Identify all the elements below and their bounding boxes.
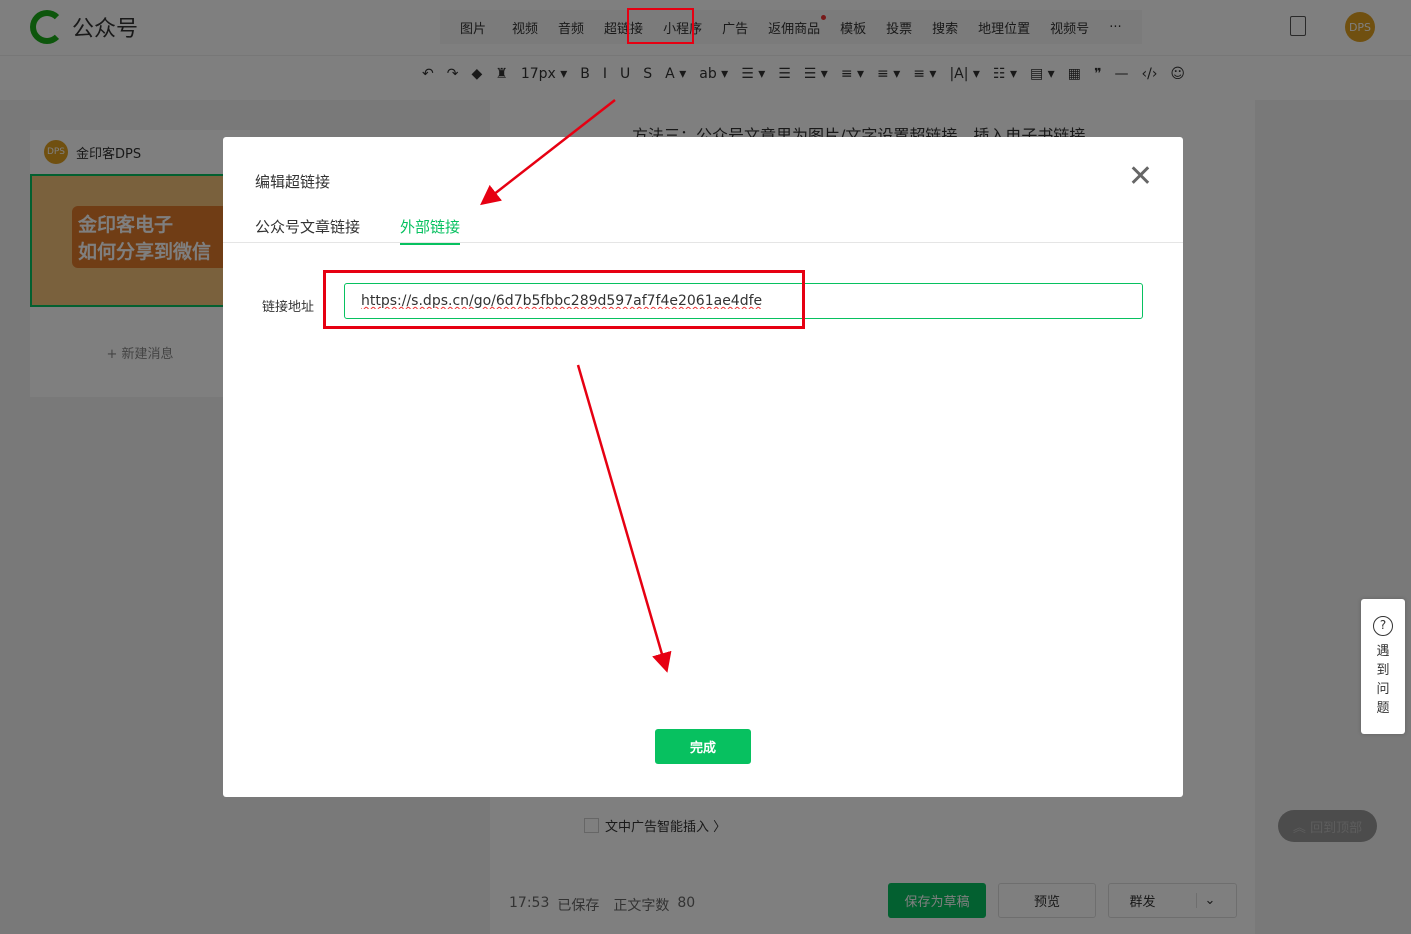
arrow-to-tab <box>480 99 616 206</box>
annotation-arrows <box>480 99 672 673</box>
arrow-to-done <box>576 364 672 673</box>
